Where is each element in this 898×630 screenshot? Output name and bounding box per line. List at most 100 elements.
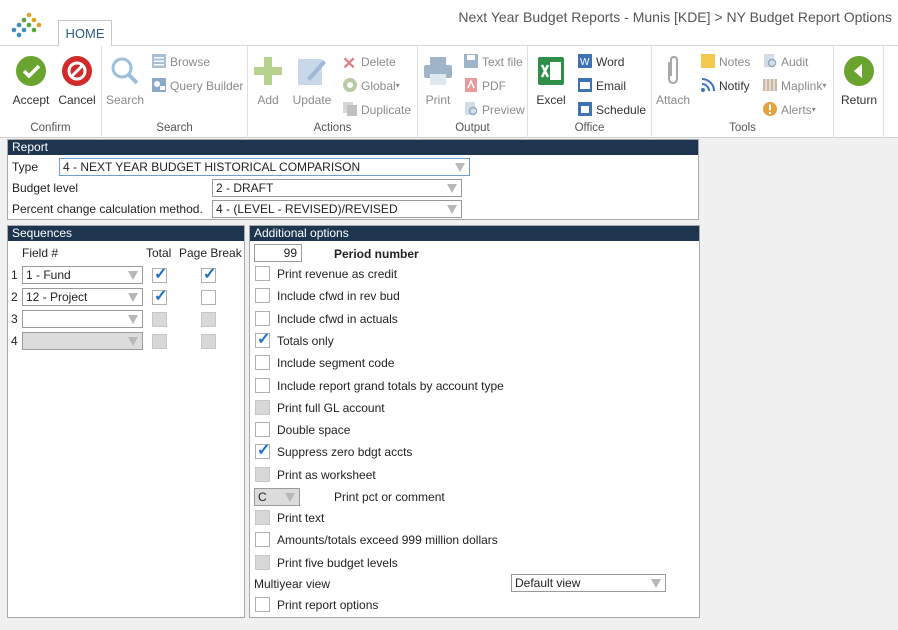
maplink-button[interactable]: Maplink▾	[762, 76, 826, 96]
print-icon	[424, 57, 452, 85]
page-break-checkbox[interactable]	[201, 290, 216, 305]
delete-icon: ✕	[342, 54, 357, 73]
total-checkbox[interactable]: ✓	[152, 288, 167, 305]
total-header: Total	[146, 246, 172, 260]
additional-options-header: Additional options	[250, 226, 699, 241]
print-report-options-checkbox[interactable]	[255, 597, 270, 612]
duplicate-button[interactable]: Duplicate	[342, 100, 411, 120]
option-checkbox[interactable]	[255, 288, 270, 304]
pct-comment-select[interactable]: C	[254, 488, 300, 506]
page-break-checkbox[interactable]	[201, 334, 216, 349]
chevron-down-icon	[285, 493, 295, 502]
tools-group: Attach Notes Notify Audit Maplink▾ Alert…	[652, 46, 834, 138]
option-checkbox[interactable]: ✓	[255, 442, 271, 460]
attach-button[interactable]: Attach	[650, 52, 696, 107]
option-label: Amounts/totals exceed 999 million dollar…	[277, 533, 498, 548]
word-icon: W	[578, 54, 592, 68]
alerts-button[interactable]: Alerts▾	[762, 100, 816, 120]
budget-level-value: 2 - DRAFT	[216, 181, 274, 195]
audit-button[interactable]: Audit	[762, 52, 808, 72]
option-label: Print full GL account	[277, 400, 385, 415]
notes-label: Notes	[719, 55, 751, 69]
chevron-down-icon	[447, 184, 457, 193]
budget-level-label: Budget level	[12, 181, 79, 195]
sequence-field-select[interactable]	[22, 310, 143, 328]
checkmark-icon: ✓	[154, 266, 168, 283]
email-button[interactable]: Email	[577, 76, 626, 96]
email-label: Email	[596, 79, 627, 93]
return-button[interactable]: Return	[836, 52, 882, 107]
option-checkbox[interactable]	[255, 310, 270, 326]
accept-button[interactable]: Accept	[8, 52, 54, 107]
cancel-button[interactable]: Cancel	[54, 52, 100, 107]
duplicate-label: Duplicate	[361, 103, 412, 117]
browse-button[interactable]: Browse	[151, 52, 210, 72]
text-file-button[interactable]: Text file	[463, 52, 523, 72]
chevron-down-icon	[128, 293, 138, 302]
checkmark-icon: ✓	[257, 442, 271, 460]
pct-method-select[interactable]: 4 - (LEVEL - REVISED)/REVISED	[212, 200, 462, 218]
accept-icon	[16, 56, 46, 86]
multiyear-view-select[interactable]: Default view	[511, 574, 666, 592]
option-checkbox[interactable]	[255, 532, 270, 548]
option-label: Include segment code	[277, 356, 395, 371]
paperclip-icon	[668, 55, 678, 85]
browse-icon	[152, 54, 166, 68]
total-checkbox[interactable]: ✓	[152, 266, 168, 283]
add-button[interactable]: Add	[245, 52, 291, 107]
word-button[interactable]: W Word	[577, 52, 624, 72]
search-icon	[111, 57, 139, 85]
actions-group-label: Actions	[313, 122, 352, 134]
option-label: Include cfwd in actuals	[277, 311, 398, 326]
option-checkbox[interactable]	[255, 422, 270, 438]
option-checkbox[interactable]	[255, 554, 270, 570]
notes-button[interactable]: Notes	[700, 52, 750, 72]
report-panel: Report Type 4 - NEXT YEAR BUDGET HISTORI…	[7, 139, 699, 220]
print-label: Print	[425, 93, 451, 107]
option-checkbox[interactable]	[255, 266, 270, 281]
total-checkbox[interactable]	[152, 334, 167, 349]
global-button[interactable]: Global▾	[342, 76, 400, 96]
option-checkbox[interactable]: ✓	[255, 331, 270, 348]
search-button[interactable]: Search	[102, 52, 148, 107]
print-button[interactable]: Print	[415, 52, 461, 107]
page-break-checkbox[interactable]: ✓	[201, 266, 217, 283]
tab-home[interactable]: HOME	[58, 20, 112, 47]
preview-button[interactable]: Preview	[463, 100, 525, 120]
global-dropdown-icon: ▾	[395, 81, 400, 90]
sequence-field-select[interactable]: 12 - Project	[22, 288, 143, 306]
pdf-icon	[465, 78, 477, 92]
option-checkbox[interactable]	[255, 399, 270, 415]
option-label: Include report grand totals by account t…	[277, 378, 504, 393]
sequence-field-select[interactable]	[22, 332, 143, 350]
period-number-input[interactable]: 99	[254, 244, 302, 262]
word-label: Word	[596, 55, 625, 69]
sequence-field-select[interactable]: 1 - Fund	[22, 266, 143, 284]
schedule-button[interactable]: Schedule	[577, 100, 646, 120]
accept-label: Accept	[12, 93, 50, 107]
option-checkbox[interactable]	[255, 355, 270, 371]
delete-button[interactable]: ✕ Delete	[342, 52, 396, 72]
excel-button[interactable]: Excel	[528, 52, 574, 107]
notify-button[interactable]: Notify	[700, 76, 750, 96]
query-builder-button[interactable]: Query Builder	[151, 76, 243, 96]
window-title: Next Year Budget Reports - Munis [KDE] >…	[458, 9, 892, 25]
update-button[interactable]: Update	[289, 52, 335, 107]
global-label: Global	[361, 79, 396, 93]
page-break-checkbox[interactable]	[201, 312, 216, 327]
report-header: Report	[8, 140, 698, 155]
notify-label: Notify	[719, 79, 750, 93]
pct-comment-value: C	[258, 490, 267, 504]
pdf-button[interactable]: PDF	[463, 76, 506, 96]
pct-comment-label: Print pct or comment	[334, 490, 445, 504]
budget-level-select[interactable]: 2 - DRAFT	[212, 179, 462, 197]
checkmark-icon: ✓	[203, 266, 217, 283]
output-group-label: Output	[455, 122, 490, 134]
type-select[interactable]: 4 - NEXT YEAR BUDGET HISTORICAL COMPARIS…	[59, 158, 470, 176]
option-checkbox[interactable]	[255, 466, 270, 482]
option-checkbox[interactable]	[255, 510, 270, 525]
total-checkbox[interactable]	[152, 312, 167, 327]
search-group-label: Search	[156, 122, 193, 134]
audit-icon	[764, 54, 777, 68]
option-checkbox[interactable]	[255, 377, 270, 393]
